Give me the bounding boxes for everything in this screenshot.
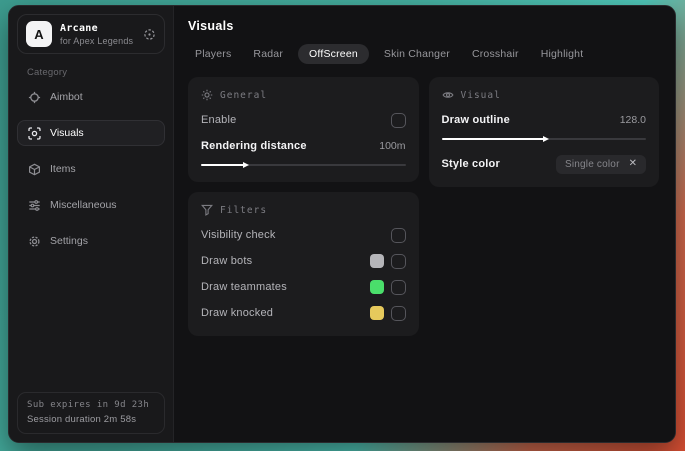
draw-bots-checkbox[interactable] [390, 253, 406, 269]
filters-panel-title: Filters [220, 204, 268, 216]
visibility-check-checkbox[interactable] [390, 227, 406, 243]
rendering-distance-row: Rendering distance 100m [201, 135, 406, 157]
rendering-distance-value: 100m [379, 140, 406, 152]
draw-outline-row: Draw outline 128.0 [442, 109, 647, 131]
sidebar-item-label: Aimbot [50, 91, 83, 103]
tab-crosshair[interactable]: Crosshair [465, 44, 526, 64]
visibility-check-row: Visibility check [201, 224, 406, 246]
visibility-check-label: Visibility check [201, 229, 276, 241]
draw-outline-value: 128.0 [619, 114, 646, 126]
main-content: Visuals Players Radar OffScreen Skin Cha… [174, 6, 675, 442]
style-color-label: Style color [441, 158, 500, 170]
general-panel-title: General [220, 89, 268, 101]
session-duration-text: Session duration 2m 58s [27, 414, 137, 425]
scan-eye-icon [28, 126, 41, 140]
cube-icon [28, 163, 41, 176]
sidebar-item-label: Settings [50, 235, 88, 247]
target-icon[interactable] [143, 28, 156, 41]
draw-outline-slider[interactable] [441, 134, 646, 144]
sidebar-item-visuals[interactable]: Visuals [17, 120, 165, 146]
page-title: Visuals [188, 19, 234, 33]
sidebar: A Arcane for Apex Legends Category Aimbo… [9, 6, 174, 442]
draw-bots-row: Draw bots [201, 250, 406, 272]
draw-knocked-checkbox[interactable] [390, 305, 406, 321]
rendering-distance-label: Rendering distance [201, 140, 307, 152]
app-window: A Arcane for Apex Legends Category Aimbo… [8, 5, 676, 443]
brand-text: Arcane for Apex Legends [60, 23, 135, 46]
draw-knocked-label: Draw knocked [201, 307, 274, 319]
category-label: Category [27, 67, 68, 78]
visual-panel-title: Visual [460, 89, 501, 101]
app-subtitle: for Apex Legends [60, 35, 134, 46]
sliders-icon [28, 199, 41, 212]
style-color-select[interactable]: Single color ✕ [555, 154, 646, 174]
sidebar-item-label: Visuals [50, 127, 84, 139]
visual-panel-header: Visual [441, 89, 647, 101]
sub-expires-text: Sub expires in 9d 23h [27, 400, 150, 410]
brand-card: A Arcane for Apex Legends [17, 14, 165, 54]
enable-checkbox[interactable] [390, 112, 406, 128]
sidebar-item-settings[interactable]: Settings [17, 228, 165, 254]
gear-icon [28, 235, 41, 248]
tab-skin-changer[interactable]: Skin Changer [377, 44, 457, 64]
app-logo: A [26, 21, 52, 47]
tab-highlight[interactable]: Highlight [534, 44, 591, 64]
slider-fill [441, 135, 550, 142]
subscription-info-card: Sub expires in 9d 23h Session duration 2… [17, 392, 165, 434]
tab-radar[interactable]: Radar [246, 44, 290, 64]
draw-bots-label: Draw bots [201, 255, 253, 267]
tab-bar: Players Radar OffScreen Skin Changer Cro… [188, 44, 659, 64]
draw-bots-color-swatch[interactable] [369, 254, 384, 268]
sidebar-item-aimbot[interactable]: Aimbot [17, 84, 165, 110]
draw-teammates-label: Draw teammates [201, 281, 287, 293]
tab-offscreen[interactable]: OffScreen [298, 44, 369, 64]
enable-row: Enable [201, 109, 406, 131]
sidebar-item-items[interactable]: Items [17, 156, 165, 182]
sidebar-nav: Aimbot Visuals Items Miscellaneous Setti… [17, 84, 165, 254]
draw-outline-label: Draw outline [441, 114, 510, 126]
filters-panel: Filters Visibility check Draw bots Draw … [188, 192, 419, 336]
filters-panel-header: Filters [201, 204, 406, 216]
visual-panel: Visual Draw outline 128.0 Style color Si… [428, 77, 659, 187]
crosshair-icon [28, 91, 41, 104]
tab-players[interactable]: Players [188, 44, 238, 64]
draw-knocked-color-swatch[interactable] [369, 306, 384, 320]
sidebar-item-label: Miscellaneous [50, 199, 117, 211]
style-color-value: Single color [564, 158, 620, 170]
enable-label: Enable [201, 114, 237, 126]
general-panel: General Enable Rendering distance 100m [188, 77, 419, 182]
draw-knocked-row: Draw knocked [201, 302, 406, 324]
sun-icon [201, 89, 213, 101]
sidebar-item-miscellaneous[interactable]: Miscellaneous [17, 192, 165, 218]
draw-teammates-checkbox[interactable] [390, 279, 406, 295]
draw-teammates-color-swatch[interactable] [369, 280, 384, 294]
funnel-icon [201, 204, 213, 216]
general-panel-header: General [201, 89, 406, 101]
app-name: Arcane [60, 22, 98, 34]
style-color-row: Style color Single color ✕ [441, 153, 646, 175]
slider-fill [201, 161, 249, 168]
close-icon[interactable]: ✕ [629, 159, 637, 169]
draw-teammates-row: Draw teammates [201, 276, 406, 298]
rendering-distance-slider[interactable] [201, 160, 406, 170]
panels-grid: General Enable Rendering distance 100m F… [188, 77, 659, 336]
sidebar-item-label: Items [50, 163, 76, 175]
eye-icon [441, 89, 454, 101]
